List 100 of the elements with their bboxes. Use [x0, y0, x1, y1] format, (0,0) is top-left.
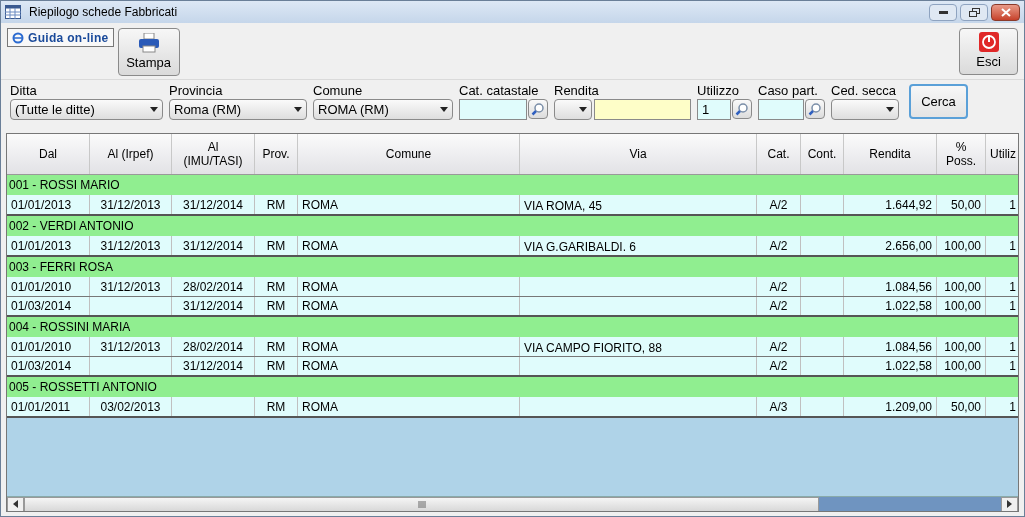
column-header[interactable]: Via — [520, 134, 757, 174]
lookup-button[interactable] — [732, 99, 752, 119]
column-header[interactable]: Cont. — [801, 134, 844, 174]
filter-label: Comune — [313, 83, 364, 99]
input-field[interactable]: 1 — [697, 99, 731, 120]
close-button[interactable] — [991, 3, 1020, 21]
group-header-row: 004 - ROSSINI MARIA — [7, 317, 1018, 337]
caret-icon — [294, 107, 302, 112]
restore-button[interactable] — [960, 3, 988, 21]
search-icon — [808, 102, 822, 116]
table-cell: A/2 — [757, 236, 801, 255]
table-cell: 2.656,00 — [844, 236, 937, 255]
table-cell: 03/02/2013 — [90, 397, 172, 416]
column-header[interactable]: Comune — [298, 134, 520, 174]
table-cell: ROMA — [298, 297, 520, 315]
table-cell: VIA G.GARIBALDI. 6 — [520, 236, 757, 255]
right-arrow-icon — [1007, 500, 1012, 508]
minimize-button[interactable] — [929, 3, 957, 21]
table-cell: 31/12/2014 — [172, 195, 255, 214]
dropdown[interactable]: Roma (RM) — [169, 99, 307, 120]
window-title: Riepilogo schede Fabbricati — [29, 4, 178, 21]
group-header-row: 005 - ROSSETTI ANTONIO — [7, 377, 1018, 397]
column-header[interactable]: Cat. — [757, 134, 801, 174]
close-icon — [1000, 7, 1011, 17]
scroll-right-button[interactable] — [1001, 496, 1018, 511]
column-header[interactable]: % Poss. — [937, 134, 986, 174]
column-header[interactable]: Al (IMU/TASI) — [172, 134, 255, 174]
lookup-button[interactable] — [805, 99, 825, 119]
horizontal-scrollbar[interactable] — [7, 496, 1018, 511]
table-cell: RM — [255, 236, 298, 255]
table-cell: 1.644,92 — [844, 195, 937, 214]
column-header[interactable]: Dal — [7, 134, 90, 174]
filter-label: Ced. secca — [831, 83, 898, 99]
table-cell: RM — [255, 195, 298, 214]
table-cell: ROMA — [298, 195, 520, 214]
table-cell: A/2 — [757, 297, 801, 315]
caret-icon — [579, 107, 587, 112]
table-cell: 1 — [986, 397, 1018, 416]
table-cell: 1.022,58 — [844, 357, 937, 375]
help-link[interactable]: Guida on-line — [7, 28, 114, 47]
exit-button[interactable]: Esci — [959, 28, 1018, 75]
input-field[interactable] — [594, 99, 691, 120]
table-cell: RM — [255, 397, 298, 416]
table-cell: 1.209,00 — [844, 397, 937, 416]
table-cell: 01/01/2013 — [7, 195, 90, 214]
dropdown[interactable] — [831, 99, 899, 120]
table-cell: ROMA — [298, 357, 520, 375]
left-arrow-icon — [13, 500, 18, 508]
table-cell: 01/01/2011 — [7, 397, 90, 416]
scroll-thumb[interactable] — [24, 496, 819, 511]
filter-label: Provincia — [169, 83, 224, 99]
table-cell: 100,00 — [937, 357, 986, 375]
power-icon — [978, 31, 999, 52]
group-header-row: 001 - ROSSI MARIO — [7, 175, 1018, 195]
table-cell: 31/12/2013 — [90, 236, 172, 255]
table-cell: 31/12/2014 — [172, 297, 255, 315]
filter-label: Ditta — [10, 83, 38, 99]
table-cell: 1 — [986, 236, 1018, 255]
table-cell: 01/03/2014 — [7, 297, 90, 315]
table-cell: 1 — [986, 297, 1018, 315]
browser-icon — [12, 31, 24, 44]
table-cell: A/2 — [757, 357, 801, 375]
table-cell: 50,00 — [937, 195, 986, 214]
scroll-left-button[interactable] — [7, 496, 24, 511]
column-header[interactable]: Rendita — [844, 134, 937, 174]
filter-label: Rendita — [554, 83, 600, 99]
table-cell: 01/01/2013 — [7, 236, 90, 255]
lookup-button[interactable] — [528, 99, 548, 119]
table-cell: 31/12/2013 — [90, 195, 172, 214]
caret-icon — [886, 107, 894, 112]
column-header[interactable]: Utiliz — [986, 134, 1018, 174]
table-cell: 1.022,58 — [844, 297, 937, 315]
search-icon — [735, 102, 749, 116]
dropdown[interactable]: (Tutte le ditte) — [10, 99, 163, 120]
search-button[interactable]: Cerca — [909, 84, 968, 119]
table-cell: A/3 — [757, 397, 801, 416]
table-cell: 100,00 — [937, 297, 986, 315]
table-cell: RM — [255, 297, 298, 315]
table-cell: 1 — [986, 357, 1018, 375]
column-header[interactable]: Al (Irpef) — [90, 134, 172, 174]
table-cell: RM — [255, 357, 298, 375]
printer-icon — [137, 32, 160, 53]
print-button[interactable]: Stampa — [117, 28, 180, 76]
table-icon — [5, 5, 21, 19]
group-header-row: 003 - FERRI ROSA — [7, 257, 1018, 277]
table-cell: A/2 — [757, 195, 801, 214]
input-field[interactable] — [459, 99, 527, 120]
dropdown[interactable] — [554, 99, 592, 120]
dropdown[interactable]: ROMA (RM) — [313, 99, 453, 120]
table-cell: 01/03/2014 — [7, 357, 90, 375]
restore-icon — [968, 7, 980, 17]
table-cell: ROMA — [298, 397, 520, 416]
group-header-row: 002 - VERDI ANTONIO — [7, 216, 1018, 236]
filter-label: Utilizzo — [697, 83, 740, 99]
search-icon — [531, 102, 545, 116]
input-field[interactable] — [758, 99, 804, 120]
filter-label: Cat. catastale — [459, 83, 540, 99]
table-cell: 31/12/2014 — [172, 357, 255, 375]
table-cell: ROMA — [298, 236, 520, 255]
column-header[interactable]: Prov. — [255, 134, 298, 174]
